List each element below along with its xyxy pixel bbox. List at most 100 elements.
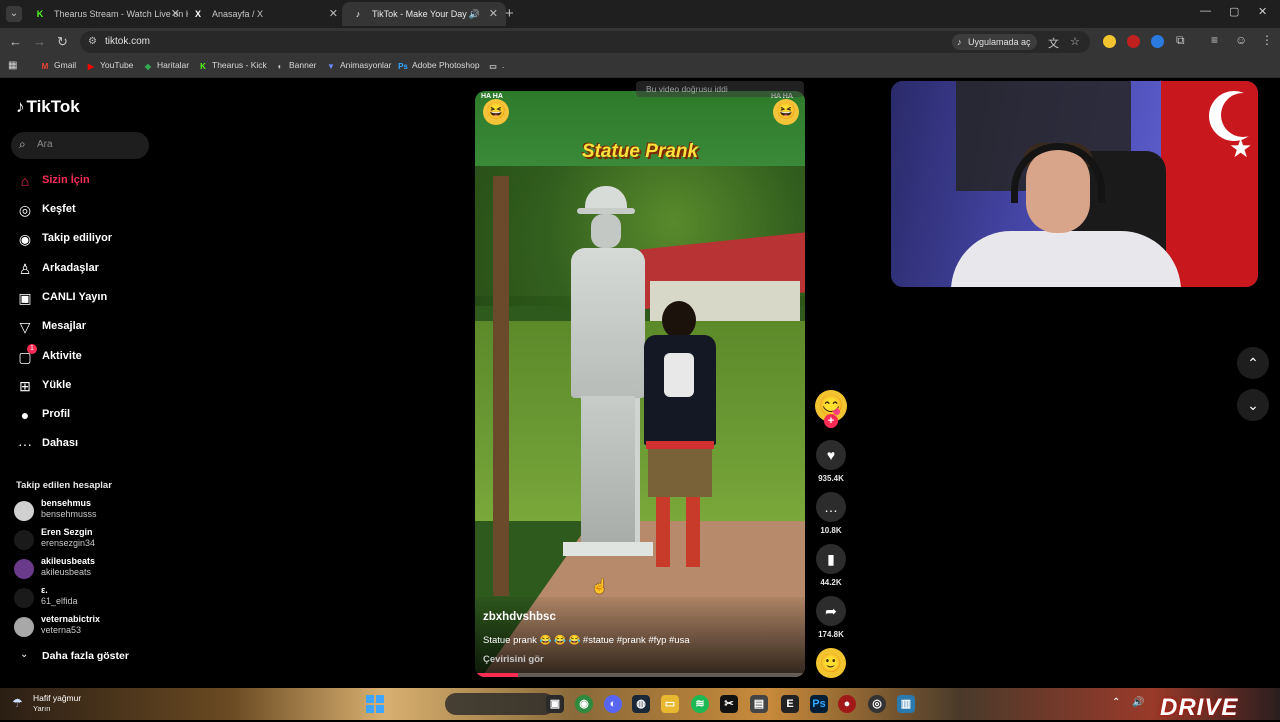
steam-icon[interactable]: ◍ — [632, 695, 650, 713]
nav-item-3[interactable]: ◉ Takip ediliyor — [16, 228, 156, 250]
discord-icon[interactable]: ◐ — [604, 695, 622, 713]
bookmark-label: . — [502, 60, 505, 70]
close-tab-icon[interactable]: ✕ — [171, 2, 180, 26]
chrome-icon[interactable]: ◉ — [575, 695, 593, 713]
previous-video-button[interactable]: ⌃ — [1237, 347, 1269, 379]
bookmark-star-icon[interactable]: ☆ — [1070, 35, 1080, 48]
bookmark-item[interactable]: ◐ Banner — [275, 60, 317, 72]
nav-item-10[interactable]: ··· Dahası — [16, 433, 156, 455]
open-in-app-button[interactable]: ♪ Uygulamada aç — [952, 34, 1037, 50]
nav-item-2[interactable]: ◎ Keşfet — [16, 199, 156, 221]
bookmark-item[interactable]: M Gmail — [40, 60, 77, 72]
tiktok-logo[interactable]: ♪ TikTok — [16, 97, 80, 117]
weather-sub: Yarın — [33, 704, 51, 713]
comment-icon[interactable]: … — [816, 492, 846, 522]
nav-item-5[interactable]: ▣ CANLI Yayın — [16, 287, 156, 309]
nav-item-4[interactable]: ♙ Arkadaşlar — [16, 258, 156, 280]
bookmark-item[interactable]: ▭. — [488, 60, 504, 72]
followed-account[interactable]: veternabictrix veterna53 — [14, 614, 164, 640]
followed-account[interactable]: ε. 61_elfida — [14, 585, 164, 611]
show-more-label: Daha fazla göster — [42, 650, 129, 662]
app-icon[interactable]: ▤ — [750, 695, 768, 713]
volume-icon[interactable]: 🔊 — [1132, 697, 1144, 708]
share-action[interactable]: ➦ 174.8K — [816, 596, 846, 639]
bookmark-icon[interactable]: ▮ — [816, 544, 846, 574]
action-count: 174.8K — [818, 630, 844, 639]
followed-account[interactable]: Eren Sezgin erensezgin34 — [14, 527, 164, 553]
extension-icon[interactable] — [1151, 35, 1164, 48]
capcut-icon[interactable]: ✂ — [720, 695, 738, 713]
site-info-icon[interactable]: ⚙ — [88, 36, 97, 47]
windows-start-icon[interactable] — [366, 695, 384, 713]
account-handle: veterna53 — [41, 625, 82, 635]
like-icon[interactable]: ♥ — [816, 440, 846, 470]
maps-icon: ◆ — [144, 62, 152, 71]
followed-account[interactable]: akileusbeats akileusbeats — [14, 556, 164, 582]
nav-item-6[interactable]: ▽ Mesajlar — [16, 316, 156, 338]
file-explorer-icon[interactable]: ▭ — [661, 695, 679, 713]
app-icon[interactable]: ▥ — [897, 695, 915, 713]
share-icon[interactable]: ➦ — [816, 596, 846, 626]
tab-2[interactable]: X Anasayfa / X ✕ — [182, 2, 346, 26]
bookmark-label: Adobe Photoshop — [412, 60, 480, 70]
nav-item-1[interactable]: ⌂ Sizin İçin — [16, 170, 156, 192]
browser-menu-icon[interactable]: ⋮ — [1261, 33, 1273, 47]
reload-icon[interactable]: ↻ — [57, 34, 68, 50]
close-tab-icon[interactable]: ✕ — [489, 2, 498, 26]
tab-1[interactable]: K Thearus Stream - Watch Live on Kick ✕ — [24, 2, 188, 26]
apps-grid-icon[interactable]: ▦ — [8, 60, 17, 71]
mouse-cursor-icon: ☝ — [591, 578, 609, 594]
maximize-icon[interactable]: ▢ — [1229, 5, 1239, 18]
spotify-icon[interactable]: ≋ — [691, 695, 709, 713]
tab-3[interactable]: ♪ TikTok - Make Your Day 🔊 ✕ — [342, 2, 506, 26]
bookmark-item[interactable]: ▼ Animasyonlar — [326, 60, 391, 72]
translate-icon[interactable]: 文 — [1048, 35, 1059, 51]
next-video-button[interactable]: ⌄ — [1237, 389, 1269, 421]
task-view-icon[interactable]: ▣ — [546, 695, 564, 713]
tab-search-icon[interactable]: ⌄ — [6, 6, 22, 22]
like-action[interactable]: ♥ 935.4K — [816, 440, 846, 483]
follow-plus-icon[interactable]: + — [824, 414, 838, 428]
bookmark-action[interactable]: ▮ 44.2K — [816, 544, 846, 587]
tray-chevron-icon[interactable]: ⌃ — [1112, 697, 1120, 708]
search-input[interactable]: ⌕ Ara — [11, 132, 149, 159]
video-player[interactable]: Statue Prank 😆 HA HA 😆 HA HA zbxhdvshbsc… — [475, 91, 805, 677]
nav-item-9[interactable]: ● Profil — [16, 404, 156, 426]
audio-playing-icon[interactable]: 🔊 — [469, 2, 480, 26]
media-control-icon[interactable]: ≡ — [1211, 33, 1218, 47]
back-icon[interactable]: ← — [9, 34, 22, 49]
sound-disc-icon[interactable]: 🙂 — [816, 648, 846, 678]
nav-item-8[interactable]: ⊞ Yükle — [16, 375, 156, 397]
see-translation-link[interactable]: Çevirisini gör — [483, 654, 544, 665]
rain-cloud-icon: ☂ — [12, 696, 23, 710]
forward-icon[interactable]: → — [33, 34, 46, 49]
epic-games-icon[interactable]: E — [781, 695, 799, 713]
photoshop-icon[interactable]: Ps — [810, 695, 828, 713]
video-caption: Statue prank 😂 😂 😂 #statue #prank #fyp #… — [483, 635, 690, 646]
nav-item-7[interactable]: ▢ Aktivite 1 — [16, 344, 156, 368]
minimize-icon[interactable]: — — [1200, 5, 1211, 17]
extensions-puzzle-icon[interactable]: ⧉ — [1176, 33, 1185, 48]
show-more-button[interactable]: ⌄ Daha fazla göster — [16, 649, 166, 665]
close-window-icon[interactable]: ✕ — [1258, 5, 1267, 18]
video-author[interactable]: zbxhdvshbsc — [483, 611, 556, 623]
bookmark-item[interactable]: K Thearus - Kick — [198, 60, 267, 72]
comment-action[interactable]: … 10.8K — [816, 492, 846, 535]
app-icon[interactable]: ● — [838, 695, 856, 713]
nav-label: Sizin İçin — [42, 174, 90, 186]
bookmark-item[interactable]: ◆ Haritalar — [143, 60, 189, 72]
obs-icon[interactable]: ◎ — [868, 695, 886, 713]
profile-icon[interactable]: ☺ — [1235, 33, 1247, 47]
extension-icon[interactable] — [1103, 35, 1116, 48]
bookmark-item[interactable]: ▶ YouTube — [86, 60, 133, 72]
home-icon: ⌂ — [20, 173, 30, 189]
address-bar[interactable]: ⚙ tiktok.com ♪ Uygulamada aç 文 ☆ — [80, 31, 1090, 53]
extension-icon[interactable] — [1127, 35, 1140, 48]
close-tab-icon[interactable]: ✕ — [329, 2, 338, 26]
followed-account[interactable]: bensehmus bensehmusss — [14, 498, 164, 524]
video-progress-bar[interactable] — [475, 673, 805, 677]
new-tab-button[interactable]: + — [505, 5, 514, 22]
action-count: 10.8K — [820, 526, 842, 535]
taskbar-search[interactable] — [445, 693, 555, 715]
bookmark-item[interactable]: Ps Adobe Photoshop — [398, 60, 480, 72]
